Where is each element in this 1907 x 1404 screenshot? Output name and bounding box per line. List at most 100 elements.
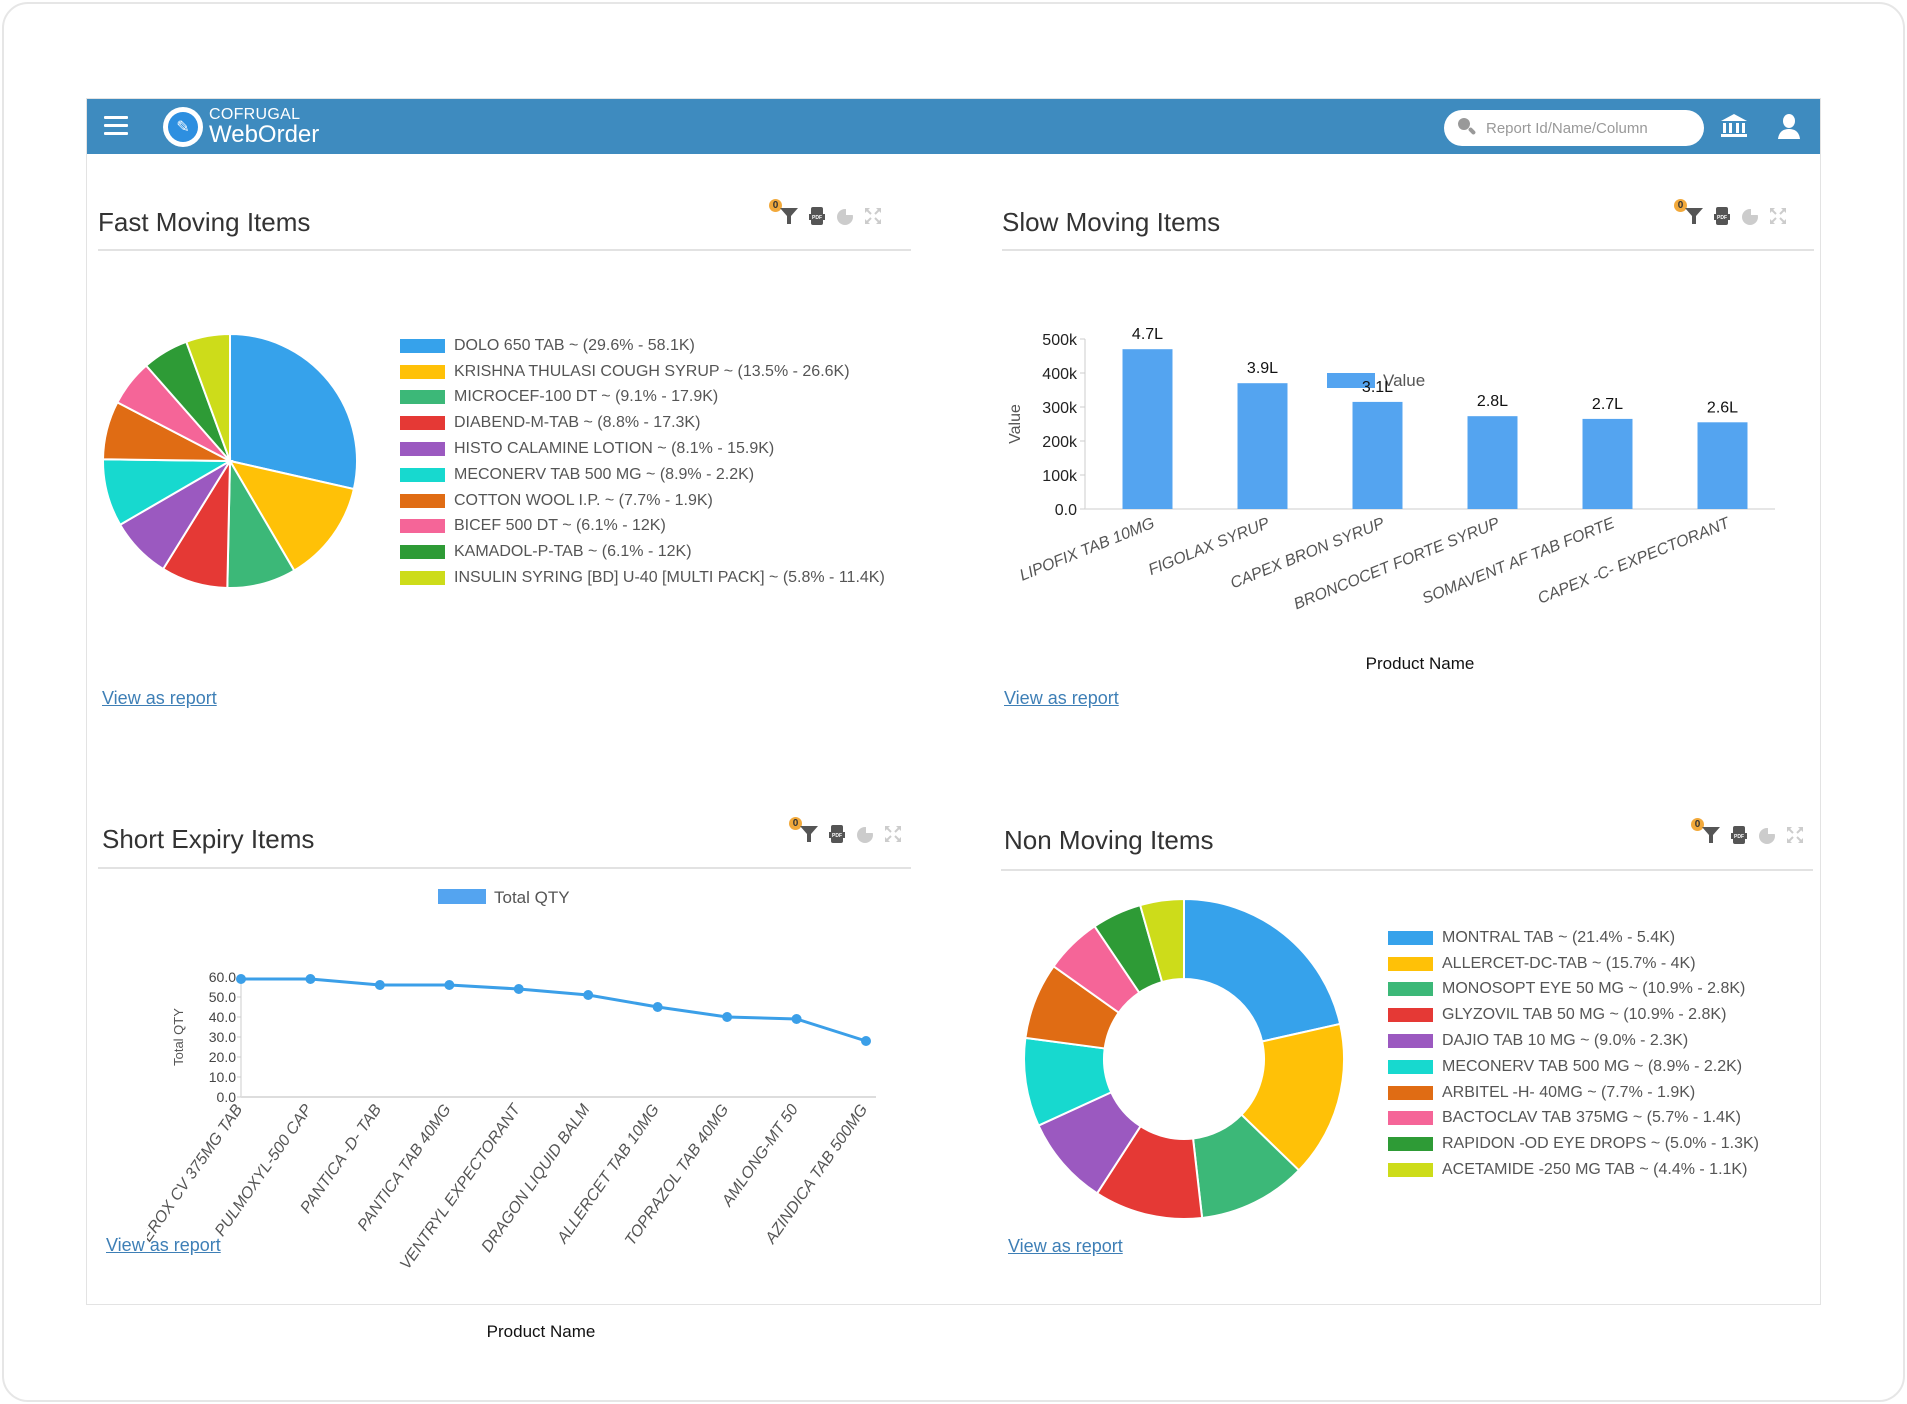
svg-text:PDF: PDF [812,215,822,221]
hamburger-menu-icon[interactable] [104,116,128,136]
legend-swatch [400,442,445,457]
legend-item[interactable]: GLYZOVIL TAB 50 MG ~ (10.9% - 2.8K) [1388,1002,1759,1028]
fast-moving-legend: DOLO 650 TAB ~ (29.6% - 58.1K) KRISHNA TH… [400,333,885,591]
legend-item[interactable]: KRISHNA THULASI COUGH SYRUP ~ (13.5% - 2… [400,359,885,385]
legend-item[interactable]: MECONERV TAB 500 MG ~ (8.9% - 2.2K) [400,462,885,488]
bar[interactable] [1582,418,1633,509]
pie-slice[interactable] [1183,899,1342,1043]
data-label: 3.1L [1362,379,1393,396]
legend-item[interactable]: ACETAMIDE -250 MG TAB ~ (4.4% - 1.1K) [1388,1157,1759,1183]
series-line [241,977,867,1043]
x-tick-label: VENTRYL EXPECTORANT [397,1101,525,1273]
y-tick-label: 200k [1042,434,1078,451]
legend-swatch [400,416,445,431]
product-name: WebOrder [209,121,320,148]
pie-chart-icon[interactable] [1757,825,1777,845]
data-point[interactable] [791,1014,802,1024]
fast-moving-view-report-link[interactable]: View as report [102,688,217,709]
bar[interactable] [1697,422,1748,509]
fast-moving-toolbar: 0 PDF [769,199,891,229]
legend-item[interactable]: MICROCEF-100 DT ~ (9.1% - 17.9K) [400,385,885,411]
slow-moving-divider [1002,249,1814,251]
bar[interactable] [1467,416,1518,509]
y-axis-label: Value [1007,404,1024,444]
data-point[interactable] [444,980,455,990]
svg-text:PDF: PDF [832,833,842,839]
x-tick-label: AMLONG-MT 50 [718,1101,801,1210]
report-search-input[interactable] [1486,119,1686,137]
filter-icon[interactable] [779,206,799,226]
pie-chart-icon[interactable] [1740,206,1760,226]
legend-item[interactable]: DIABEND-M-TAB ~ (8.8% - 17.3K) [400,410,885,436]
slow-moving-title: Slow Moving Items [1002,207,1221,237]
data-point[interactable] [583,990,594,1000]
pdf-icon[interactable]: PDF [1729,825,1749,845]
data-point[interactable] [374,980,385,990]
y-tick-label: 500k [1042,332,1078,349]
expand-icon[interactable] [1768,206,1788,226]
legend-item[interactable]: RAPIDON -OD EYE DROPS ~ (5.0% - 1.3K) [1388,1131,1759,1157]
pdf-icon[interactable]: PDF [1712,206,1732,226]
legend-label: Total QTY [494,888,570,907]
legend-item[interactable]: KAMADOL-P-TAB ~ (6.1% - 12K) [400,539,885,565]
legend-label: COTTON WOOL I.P. ~ (7.7% - 1.9K) [454,491,713,509]
legend-swatch [1388,1137,1433,1152]
bar[interactable] [1352,401,1403,509]
brand-logo[interactable]: ✎ COFRUGAL WebOrder [163,107,319,147]
short-expiry-view-report-link[interactable]: View as report [106,1235,221,1256]
data-point[interactable] [652,1002,663,1012]
legend-swatch [1388,956,1433,971]
filter-icon[interactable] [1684,206,1704,226]
legend-swatch [1388,982,1433,997]
legend-label: MECONERV TAB 500 MG ~ (8.9% - 2.2K) [454,465,755,483]
data-point[interactable] [722,1012,733,1022]
legend-swatch [400,571,445,586]
filter-icon[interactable] [1701,825,1721,845]
expand-icon[interactable] [883,824,903,844]
slow-moving-bar-chart: Value0.0100k200k300k400k500kValue4.7LLIP… [1007,326,1775,673]
data-point[interactable] [513,984,524,994]
legend-item[interactable]: BACTOCLAV TAB 375MG ~ (5.7% - 1.4K) [1388,1106,1759,1132]
legend-swatch [400,519,445,534]
expand-icon[interactable] [1785,825,1805,845]
legend-item[interactable]: DOLO 650 TAB ~ (29.6% - 58.1K) [400,333,885,359]
legend-item[interactable]: MECONERV TAB 500 MG ~ (8.9% - 2.2K) [1388,1054,1759,1080]
legend-item[interactable]: HISTO CALAMINE LOTION ~ (8.1% - 15.9K) [400,436,885,462]
legend-item[interactable]: INSULIN SYRING [BD] U-40 [MULTI PACK] ~ … [400,565,885,591]
pdf-icon[interactable]: PDF [827,824,847,844]
fast-moving-title: Fast Moving Items [98,207,311,237]
bar[interactable] [1122,349,1173,509]
data-point[interactable] [861,1036,871,1046]
data-point[interactable] [305,974,316,984]
report-search-box[interactable] [1444,110,1704,146]
legend-swatch [400,545,445,560]
legend-item[interactable]: ARBITEL -H- 40MG ~ (7.7% - 1.9K) [1388,1080,1759,1106]
expand-icon[interactable] [863,206,883,226]
legend-swatch [1388,1034,1433,1049]
user-icon[interactable] [1777,112,1801,140]
legend-item[interactable]: MONTRAL TAB ~ (21.4% - 5.4K) [1388,925,1759,951]
legend-swatch [438,889,486,904]
legend-item[interactable]: BICEF 500 DT ~ (6.1% - 12K) [400,514,885,540]
x-tick-label: BRONCOCET FORTE SYRUP [1291,515,1502,613]
legend-item[interactable]: ALLERCET-DC-TAB ~ (15.7% - 4K) [1388,951,1759,977]
pie-chart-icon[interactable] [855,824,875,844]
non-moving-title: Non Moving Items [1004,825,1214,855]
legend-label: GLYZOVIL TAB 50 MG ~ (10.9% - 2.8K) [1442,1006,1727,1024]
data-point[interactable] [236,974,246,984]
bar[interactable] [1237,383,1288,509]
non-moving-toolbar: 0 PDF [1691,818,1813,848]
legend-item[interactable]: DAJIO TAB 10 MG ~ (9.0% - 2.3K) [1388,1028,1759,1054]
legend-label: ARBITEL -H- 40MG ~ (7.7% - 1.9K) [1442,1083,1696,1101]
legend-item[interactable]: MONOSOPT EYE 50 MG ~ (10.9% - 2.8K) [1388,977,1759,1003]
filter-icon[interactable] [799,824,819,844]
pie-chart-icon[interactable] [835,206,855,226]
legend-item[interactable]: COTTON WOOL I.P. ~ (7.7% - 1.9K) [400,488,885,514]
pdf-icon[interactable]: PDF [807,206,827,226]
legend-label: KAMADOL-P-TAB ~ (6.1% - 12K) [454,543,692,561]
legend-label: BICEF 500 DT ~ (6.1% - 12K) [454,517,666,535]
bank-icon[interactable] [1720,113,1748,139]
non-moving-view-report-link[interactable]: View as report [1008,1236,1123,1257]
cloud-logo-icon: ✎ [163,107,203,147]
slow-moving-view-report-link[interactable]: View as report [1004,688,1119,709]
